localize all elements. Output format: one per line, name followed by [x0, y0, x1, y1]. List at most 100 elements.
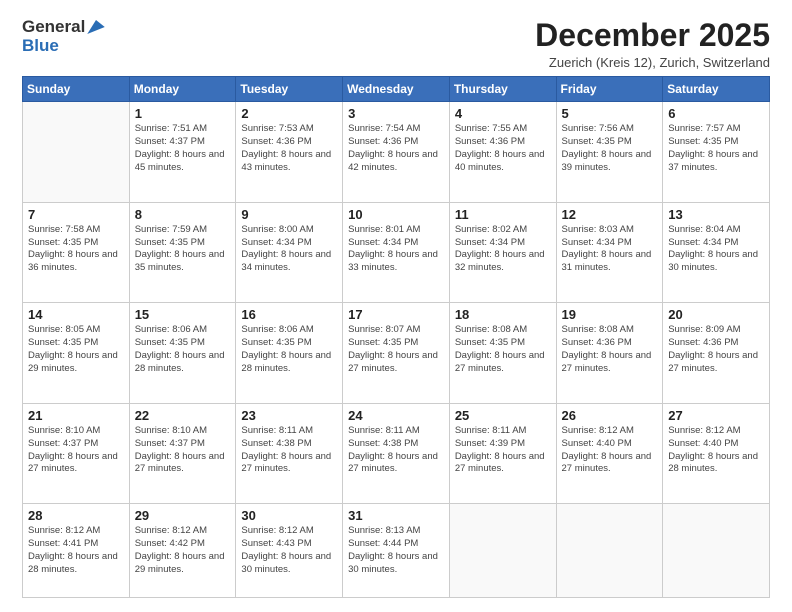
table-row: 22 Sunrise: 8:10 AMSunset: 4:37 PMDayligh… [129, 403, 236, 504]
logo: General Blue [22, 18, 105, 55]
cell-info: Sunrise: 8:06 AMSunset: 4:35 PMDaylight:… [135, 324, 225, 373]
table-row: 21 Sunrise: 8:10 AMSunset: 4:37 PMDayligh… [23, 403, 130, 504]
col-sunday: Sunday [23, 77, 130, 102]
cell-date: 28 [28, 508, 124, 523]
table-row: 29Sunrise: 8:12 AMSunset: 4:42 PMDayligh… [129, 504, 236, 598]
cell-date: 13 [668, 207, 764, 222]
cell-info: Sunrise: 8:03 AMSunset: 4:34 PMDaylight:… [562, 224, 652, 273]
cell-info: Sunrise: 8:00 AMSunset: 4:34 PMDaylight:… [241, 224, 331, 273]
cell-info: Sunrise: 8:07 AMSunset: 4:35 PMDaylight:… [348, 324, 438, 373]
page: General Blue December 2025 Zuerich (Krei… [0, 0, 792, 612]
table-row: 20 Sunrise: 8:09 AMSunset: 4:36 PMDayligh… [663, 303, 770, 404]
month-title: December 2025 [535, 18, 770, 53]
cell-date: 2 [241, 106, 337, 121]
cell-date: 21 [28, 408, 124, 423]
title-block: December 2025 Zuerich (Kreis 12), Zurich… [535, 18, 770, 70]
logo-general-text: General [22, 18, 85, 37]
table-row [556, 504, 663, 598]
table-row: 19 Sunrise: 8:08 AMSunset: 4:36 PMDayligh… [556, 303, 663, 404]
table-row: 15 Sunrise: 8:06 AMSunset: 4:35 PMDayligh… [129, 303, 236, 404]
col-friday: Friday [556, 77, 663, 102]
col-thursday: Thursday [449, 77, 556, 102]
table-row [23, 102, 130, 203]
cell-date: 3 [348, 106, 444, 121]
cell-date: 26 [562, 408, 658, 423]
table-row: 28 Sunrise: 8:12 AMSunset: 4:41 PMDayligh… [23, 504, 130, 598]
col-tuesday: Tuesday [236, 77, 343, 102]
table-row [449, 504, 556, 598]
cell-info: Sunrise: 8:08 AMSunset: 4:35 PMDaylight:… [455, 324, 545, 373]
cell-date: 4 [455, 106, 551, 121]
cell-date: 22 [135, 408, 231, 423]
table-row [663, 504, 770, 598]
cell-date: 23 [241, 408, 337, 423]
table-row: 26Sunrise: 8:12 AMSunset: 4:40 PMDayligh… [556, 403, 663, 504]
cell-info: Sunrise: 8:12 AMSunset: 4:42 PMDaylight:… [135, 525, 225, 574]
cell-date: 1 [135, 106, 231, 121]
cell-info: Sunrise: 8:08 AMSunset: 4:36 PMDaylight:… [562, 324, 652, 373]
table-row: 30 Sunrise: 8:12 AMSunset: 4:43 PMDayligh… [236, 504, 343, 598]
cell-info: Sunrise: 7:54 AMSunset: 4:36 PMDaylight:… [348, 123, 438, 172]
cell-date: 24 [348, 408, 444, 423]
table-row: 7 Sunrise: 7:58 AMSunset: 4:35 PMDaylight… [23, 202, 130, 303]
table-row: 17 Sunrise: 8:07 AMSunset: 4:35 PMDayligh… [343, 303, 450, 404]
cell-date: 5 [562, 106, 658, 121]
location-subtitle: Zuerich (Kreis 12), Zurich, Switzerland [535, 55, 770, 70]
table-row: 31 Sunrise: 8:13 AMSunset: 4:44 PMDayligh… [343, 504, 450, 598]
cell-date: 8 [135, 207, 231, 222]
cell-date: 25 [455, 408, 551, 423]
col-wednesday: Wednesday [343, 77, 450, 102]
table-row: 13 Sunrise: 8:04 AMSunset: 4:34 PMDayligh… [663, 202, 770, 303]
cell-date: 30 [241, 508, 337, 523]
cell-info: Sunrise: 8:10 AMSunset: 4:37 PMDaylight:… [135, 425, 225, 474]
cell-date: 9 [241, 207, 337, 222]
cell-date: 14 [28, 307, 124, 322]
cell-info: Sunrise: 7:56 AMSunset: 4:35 PMDaylight:… [562, 123, 652, 172]
table-row: 11Sunrise: 8:02 AMSunset: 4:34 PMDayligh… [449, 202, 556, 303]
cell-date: 16 [241, 307, 337, 322]
cell-info: Sunrise: 8:04 AMSunset: 4:34 PMDaylight:… [668, 224, 758, 273]
table-row: 14 Sunrise: 8:05 AMSunset: 4:35 PMDayligh… [23, 303, 130, 404]
cell-info: Sunrise: 8:01 AMSunset: 4:34 PMDaylight:… [348, 224, 438, 273]
cell-info: Sunrise: 8:10 AMSunset: 4:37 PMDaylight:… [28, 425, 118, 474]
table-row: 4Sunrise: 7:55 AMSunset: 4:36 PMDaylight… [449, 102, 556, 203]
cell-info: Sunrise: 8:11 AMSunset: 4:38 PMDaylight:… [348, 425, 438, 474]
cell-info: Sunrise: 7:58 AMSunset: 4:35 PMDaylight:… [28, 224, 118, 273]
table-row: 12 Sunrise: 8:03 AMSunset: 4:34 PMDayligh… [556, 202, 663, 303]
col-monday: Monday [129, 77, 236, 102]
table-row: 5 Sunrise: 7:56 AMSunset: 4:35 PMDaylight… [556, 102, 663, 203]
cell-info: Sunrise: 7:57 AMSunset: 4:35 PMDaylight:… [668, 123, 758, 172]
cell-date: 15 [135, 307, 231, 322]
table-row: 3 Sunrise: 7:54 AMSunset: 4:36 PMDaylight… [343, 102, 450, 203]
cell-date: 31 [348, 508, 444, 523]
table-row: 25 Sunrise: 8:11 AMSunset: 4:39 PMDayligh… [449, 403, 556, 504]
table-row: 8Sunrise: 7:59 AMSunset: 4:35 PMDaylight… [129, 202, 236, 303]
table-row: 18 Sunrise: 8:08 AMSunset: 4:35 PMDayligh… [449, 303, 556, 404]
calendar-header-row: Sunday Monday Tuesday Wednesday Thursday… [23, 77, 770, 102]
calendar-table: Sunday Monday Tuesday Wednesday Thursday… [22, 76, 770, 598]
cell-date: 19 [562, 307, 658, 322]
table-row: 27Sunrise: 8:12 AMSunset: 4:40 PMDayligh… [663, 403, 770, 504]
table-row: 23Sunrise: 8:11 AMSunset: 4:38 PMDayligh… [236, 403, 343, 504]
cell-info: Sunrise: 8:05 AMSunset: 4:35 PMDaylight:… [28, 324, 118, 373]
cell-info: Sunrise: 7:51 AMSunset: 4:37 PMDaylight:… [135, 123, 225, 172]
cell-info: Sunrise: 8:13 AMSunset: 4:44 PMDaylight:… [348, 525, 438, 574]
cell-info: Sunrise: 8:12 AMSunset: 4:40 PMDaylight:… [668, 425, 758, 474]
col-saturday: Saturday [663, 77, 770, 102]
table-row: 10Sunrise: 8:01 AMSunset: 4:34 PMDayligh… [343, 202, 450, 303]
cell-info: Sunrise: 8:12 AMSunset: 4:43 PMDaylight:… [241, 525, 331, 574]
cell-info: Sunrise: 8:11 AMSunset: 4:39 PMDaylight:… [455, 425, 545, 474]
cell-date: 7 [28, 207, 124, 222]
table-row: 16Sunrise: 8:06 AMSunset: 4:35 PMDayligh… [236, 303, 343, 404]
cell-date: 20 [668, 307, 764, 322]
cell-info: Sunrise: 8:12 AMSunset: 4:41 PMDaylight:… [28, 525, 118, 574]
cell-info: Sunrise: 7:53 AMSunset: 4:36 PMDaylight:… [241, 123, 331, 172]
cell-date: 12 [562, 207, 658, 222]
header: General Blue December 2025 Zuerich (Krei… [22, 18, 770, 70]
table-row: 1 Sunrise: 7:51 AMSunset: 4:37 PMDaylight… [129, 102, 236, 203]
table-row: 2 Sunrise: 7:53 AMSunset: 4:36 PMDaylight… [236, 102, 343, 203]
cell-date: 17 [348, 307, 444, 322]
cell-info: Sunrise: 8:09 AMSunset: 4:36 PMDaylight:… [668, 324, 758, 373]
cell-date: 18 [455, 307, 551, 322]
cell-date: 6 [668, 106, 764, 121]
